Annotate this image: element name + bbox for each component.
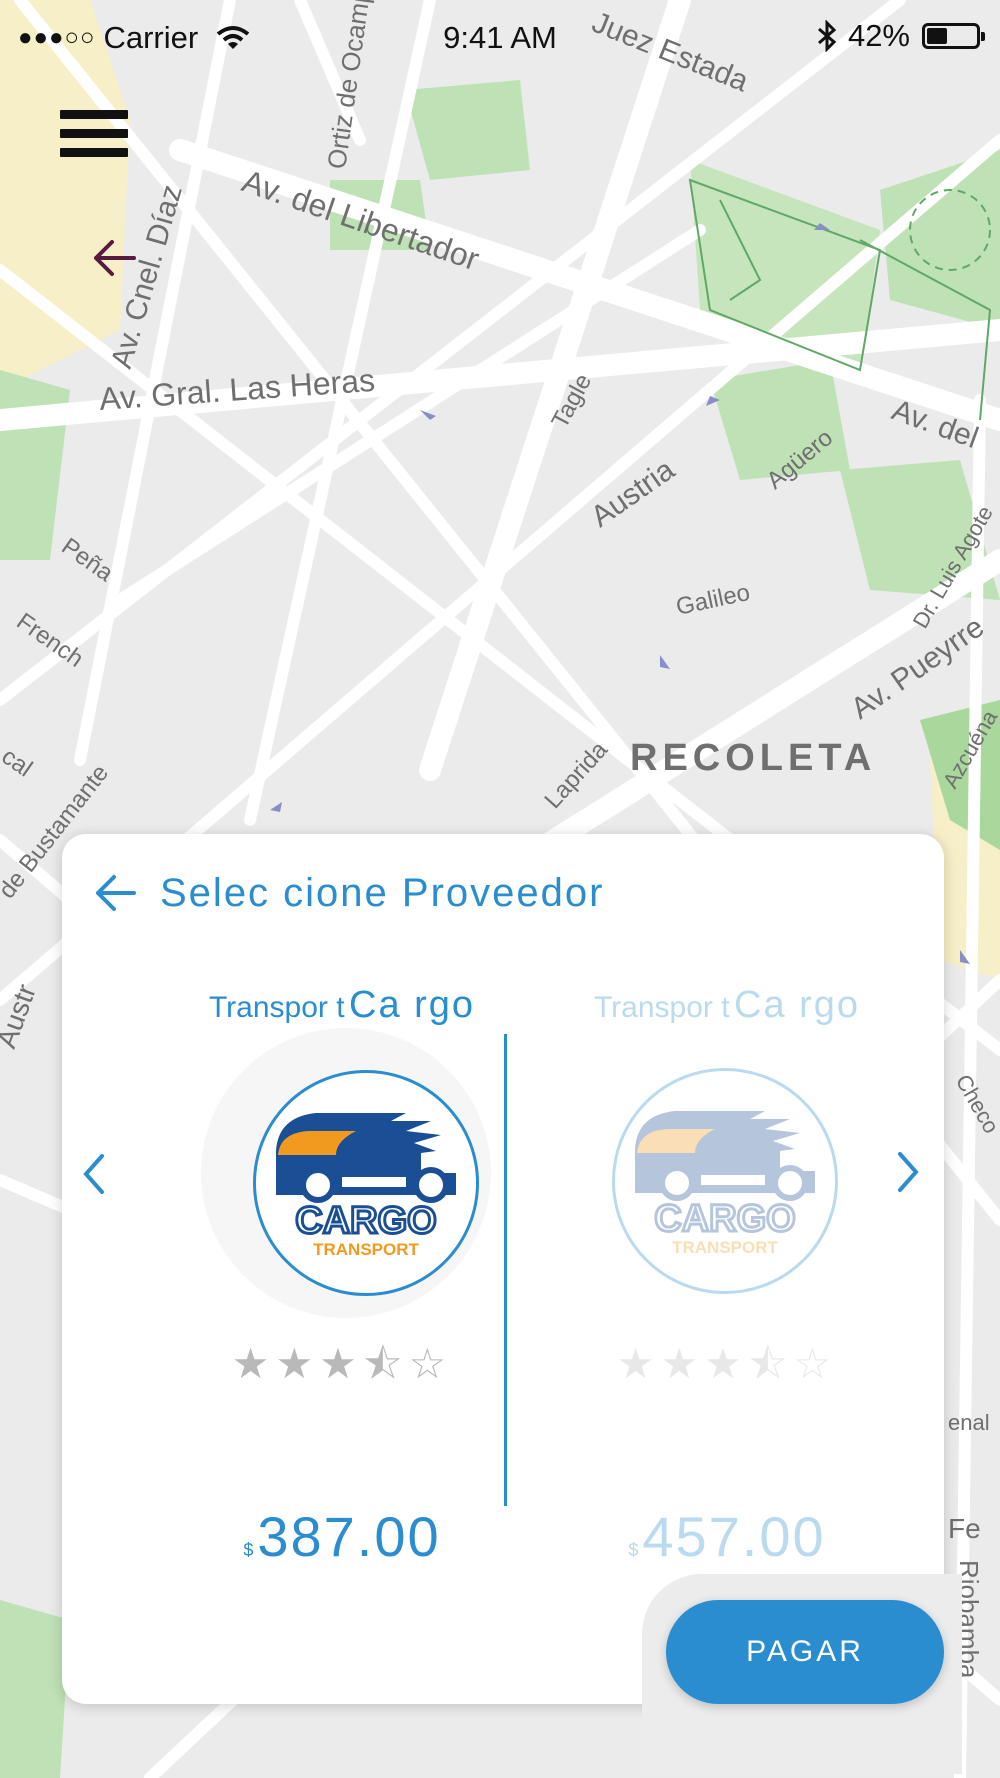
- star-half-icon: ⯪: [362, 1340, 409, 1387]
- battery-percentage: 42%: [847, 18, 910, 53]
- street-label: Fe: [948, 1513, 981, 1544]
- panel-title: Selec cione Proveedor: [160, 870, 605, 915]
- star-filled-icon: ★: [275, 1340, 320, 1387]
- truck-logo-icon: CARGO TRANSPORT: [635, 1111, 815, 1257]
- provider-price: $457.00: [532, 1504, 922, 1569]
- provider-name: Transpor t Ca rgo: [532, 984, 922, 1027]
- district-label: RECOLETA: [630, 737, 876, 779]
- pay-button[interactable]: PAGAR: [666, 1600, 944, 1704]
- provider-logo: CARGO TRANSPORT: [253, 1070, 479, 1296]
- status-bar: ●●●○○ Carrier 9:41 AM 42%: [0, 0, 1000, 76]
- star-filled-icon: ★: [704, 1340, 748, 1387]
- battery-icon: [922, 23, 985, 49]
- bluetooth-icon: [817, 20, 837, 52]
- star-empty-icon: ☆: [408, 1340, 453, 1387]
- provider-name-part1: Transpor t: [208, 991, 345, 1024]
- star-half-icon: ⯪: [747, 1340, 794, 1387]
- provider-card[interactable]: Transpor t Ca rgo CARGO TRANSPORT ★★★⯪☆ …: [532, 984, 922, 1584]
- street-label: enal: [948, 1410, 990, 1435]
- provider-price: $387.00: [147, 1504, 537, 1569]
- status-right: 42%: [816, 18, 985, 54]
- logo-subtext: TRANSPORT: [313, 1240, 419, 1259]
- provider-name-part1: Transpor t: [593, 991, 730, 1024]
- star-filled-icon: ★: [616, 1340, 661, 1387]
- menu-bar: [60, 129, 128, 138]
- hamburger-menu-button[interactable]: [60, 110, 128, 166]
- provider-name: Transpor t Ca rgo: [147, 984, 537, 1027]
- menu-bar: [60, 148, 128, 157]
- star-filled-icon: ★: [319, 1340, 363, 1387]
- menu-bar: [60, 110, 128, 119]
- price-currency: $: [628, 1540, 639, 1560]
- price-amount: 457.00: [642, 1505, 826, 1568]
- carousel-prev-chevron-icon[interactable]: [74, 1146, 114, 1202]
- logo-text: CARGO: [295, 1200, 436, 1242]
- star-filled-icon: ★: [231, 1340, 276, 1387]
- provider-logo: CARGO TRANSPORT: [612, 1068, 838, 1294]
- panel-header: Selec cione Proveedor: [92, 870, 604, 916]
- truck-logo-icon: CARGO TRANSPORT: [276, 1113, 456, 1259]
- provider-name-part2: Ca rgo: [349, 984, 476, 1026]
- rating-stars: ★★★⯪☆: [147, 1334, 537, 1405]
- provider-card[interactable]: Transpor t Ca rgo CARGO TRANSPORT ★★★⯪☆ …: [147, 984, 537, 1584]
- star-empty-icon: ☆: [793, 1340, 838, 1387]
- price-amount: 387.00: [257, 1505, 441, 1568]
- star-filled-icon: ★: [660, 1340, 705, 1387]
- map-back-button[interactable]: [90, 236, 150, 286]
- price-currency: $: [243, 1540, 254, 1560]
- provider-name-part2: Ca rgo: [734, 984, 861, 1026]
- rating-stars: ★★★⯪☆: [532, 1334, 922, 1405]
- battery-level: [927, 28, 948, 44]
- arrow-left-icon: [94, 240, 136, 276]
- logo-subtext: TRANSPORT: [672, 1238, 778, 1257]
- logo-text: CARGO: [654, 1198, 795, 1240]
- panel-back-arrow-icon[interactable]: [92, 870, 138, 916]
